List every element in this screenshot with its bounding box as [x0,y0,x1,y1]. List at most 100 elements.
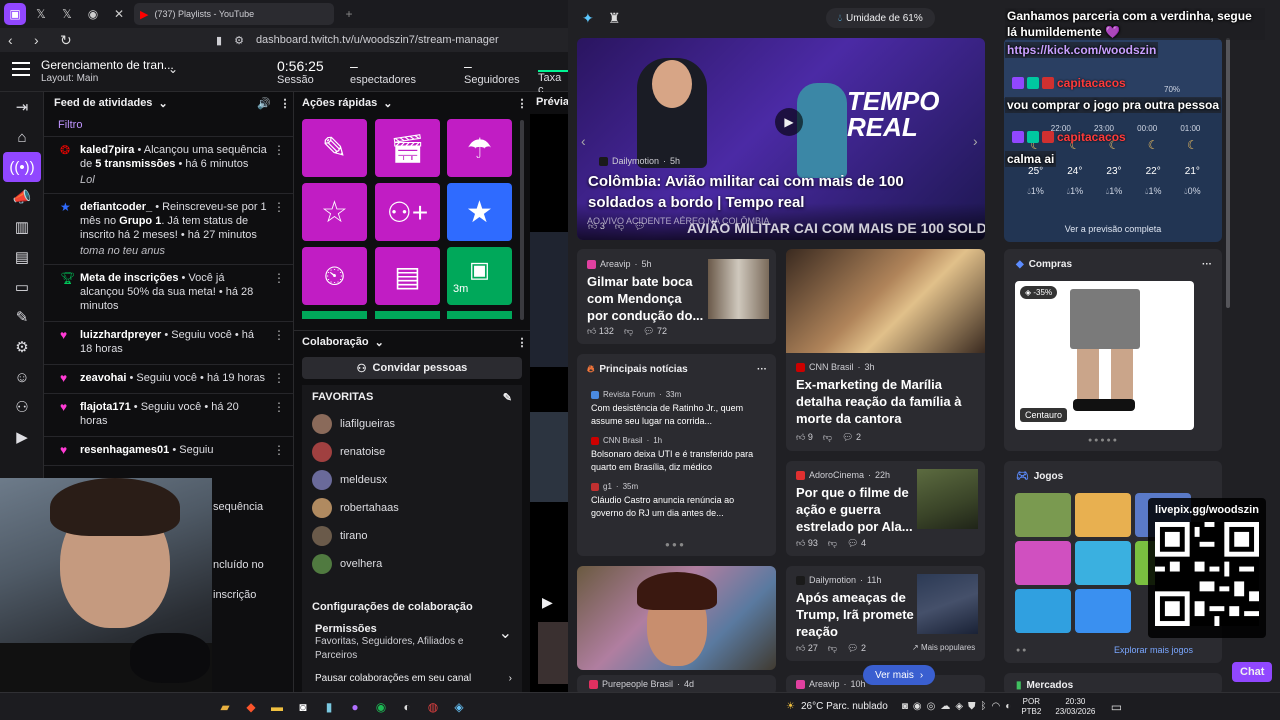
card-title[interactable]: Gilmar bate boca com Mendonça por conduç… [587,273,705,324]
hero-story-card[interactable]: TEMPO REAL ▶ ‹ › AO VIVO ACIDENTE AÉREO … [577,38,985,240]
edit-pencil-icon[interactable]: ✎ [503,391,512,404]
chevron-down-icon[interactable]: ⌄ [375,336,384,349]
more-icon[interactable]: ⋮ [277,97,293,110]
add-mod-action[interactable]: ⚇+ [375,183,440,241]
card-title[interactable]: Após ameaças de Trump, Irã promete reaçã… [796,589,914,640]
highlight-action[interactable]: ★ [447,183,512,241]
globe-tab-icon[interactable]: ◉ [82,3,104,25]
top-story-item[interactable]: g1 · 35m Cláudio Castro anuncia renúncia ao… [591,482,769,520]
forward-icon[interactable]: › [34,33,48,47]
comment-icon[interactable]: 💬︎ 2 [842,432,861,443]
chat-button[interactable]: Chat [1232,662,1273,682]
card-title[interactable]: Por que o filme de ação e guerra estrela… [796,484,914,535]
game-tile-1[interactable] [1015,493,1071,537]
game-tile-8[interactable] [1075,589,1131,633]
quick-action-partial-2[interactable] [375,311,440,319]
add-user-icon[interactable]: ⚇ [0,392,44,422]
top-story-item[interactable]: CNN Brasil · 1h Bolsonaro deixa UTI e é tra… [591,436,769,474]
carousel-prev-icon[interactable]: ‹ [581,133,586,149]
card-title[interactable]: Ex-marketing de Marília detalha reação d… [796,376,976,427]
pagination-dots[interactable]: ● ● ● ● ● [1088,437,1117,444]
game-tile-2[interactable] [1075,493,1131,537]
comment-icon[interactable]: 💬︎ 72 [643,326,667,337]
comment-icon[interactable]: 💬︎ [634,221,645,232]
more-icon[interactable]: ··· [1202,259,1212,270]
app-icon-3[interactable]: ◍ [420,696,446,718]
home-icon[interactable]: ⌂ [0,122,44,152]
more-icon[interactable]: ⋮ [514,97,530,110]
filter-link[interactable]: Filtro [44,114,293,137]
pause-collab-row[interactable]: Pausar colaborações em seu canal › [312,673,512,684]
more-icon[interactable]: ⋮ [273,371,285,387]
brave-icon[interactable]: ◆ [238,696,264,718]
collapse-arrow-icon[interactable]: ⇥ [0,92,44,122]
play-icon[interactable]: ▶ [542,594,553,611]
top-story-item[interactable]: Revista Fórum · 33m Com desistência de Rati… [591,390,769,428]
layout-action[interactable]: ▤ [375,247,440,305]
game-tile-5[interactable] [1075,541,1131,585]
news-card-film[interactable]: AdoroCinema · 22h Por que o filme de ação … [786,461,985,556]
more-icon[interactable]: ⋮ [273,328,285,358]
more-icon[interactable]: ⋮ [273,271,285,315]
back-icon[interactable]: ‹ [8,33,22,47]
notification-icon[interactable]: ▭ [1103,696,1129,718]
ad-timer-action[interactable]: ⏲ [302,247,367,305]
brush-icon[interactable]: ✎ [0,302,44,332]
more-icon[interactable]: ⋮ [273,200,285,258]
favorite-channel[interactable]: meldeusx [312,466,512,494]
reload-icon[interactable]: ↻ [60,33,74,47]
hero-title[interactable]: Colômbia: Avião militar cai com mais de … [588,171,948,213]
like-icon[interactable]: 👍︎ 132 [587,326,614,337]
app-icon[interactable]: ● [342,696,368,718]
play-button[interactable]: ▶ [775,108,803,136]
chevron-down-icon[interactable]: ⌄ [158,97,167,110]
dislike-icon[interactable]: 👎︎ [624,326,633,337]
bookmark-icon[interactable]: ▮ [216,34,222,47]
carousel-next-icon[interactable]: › [973,133,978,149]
news-card-trump[interactable]: Dailymotion · 11h Após ameaças de Trump, I… [786,566,985,661]
obs-icon[interactable]: ◙ [290,696,316,718]
dislike-icon[interactable]: 👎︎ [828,643,837,654]
more-icon[interactable]: ⋮ [273,443,285,459]
stream-live-icon[interactable]: ((•)) [3,152,41,182]
menu-icon[interactable] [12,62,30,76]
more-icon[interactable]: ··· [757,364,767,375]
chevron-down-icon[interactable]: ⌄ [383,97,392,110]
volume-icon[interactable]: 🔊 [257,97,271,110]
comment-icon[interactable]: 💬︎ 2 [847,643,866,654]
star-action[interactable]: ☆ [302,183,367,241]
site-info-icon[interactable]: ⚙ [234,34,244,47]
widgets-icon[interactable]: ♜ [608,10,621,27]
dislike-icon[interactable]: 👎︎ [615,221,624,232]
favorite-channel[interactable]: renatoise [312,438,512,466]
game-tile-4[interactable] [1015,541,1071,585]
favorite-channel[interactable]: tirano [312,522,512,550]
favorite-channel[interactable]: robertahaas [312,494,512,522]
system-tray[interactable]: ◙ ◉ ◎ ☁ ◈ ⛊ ᛒ ◠ ◐ [902,701,1012,712]
x-tab-icon-2[interactable]: 𝕏 [56,3,78,25]
quick-action-partial-1[interactable] [302,311,367,319]
monetization-icon[interactable]: ▭ [0,272,44,302]
news-card-gilmar[interactable]: Areavip · 5h Gilmar bate boca com Mendonça… [577,249,776,344]
language-indicator[interactable]: POR PTB2 [1021,697,1041,717]
like-icon[interactable]: 👍︎ 3 [588,221,605,232]
run-ad-action[interactable]: ▣ 3m [447,247,512,305]
megaphone-icon[interactable]: 📣 [0,182,44,212]
settings-icon[interactable]: ⚙ [0,332,44,362]
more-icon[interactable]: ⋮ [514,336,530,349]
weather-forecast-link[interactable]: Ver a previsão completa [1004,224,1222,234]
dislike-icon[interactable]: 👎︎ [823,432,832,443]
youtube-tab[interactable]: ▶ (737) Playlists - YouTube [134,3,334,25]
pagination-dots[interactable]: ● ● [1016,647,1026,654]
twitch-tab-icon[interactable]: ▣ [4,3,26,25]
analytics-icon[interactable]: ▥ [0,212,44,242]
notepad-icon[interactable]: ▮ [316,696,342,718]
clock[interactable]: 20:30 23/03/2026 [1055,697,1095,717]
see-more-button[interactable]: Ver mais › [863,665,936,685]
quick-action-partial-3[interactable] [447,311,512,319]
favorite-channel[interactable]: ovelhera [312,550,512,578]
file-explorer-icon[interactable]: ▰ [212,696,238,718]
x-tab-icon[interactable]: 𝕏 [30,3,52,25]
news-card-image[interactable] [577,566,776,670]
app-icon-2[interactable]: ◐ [394,696,420,718]
